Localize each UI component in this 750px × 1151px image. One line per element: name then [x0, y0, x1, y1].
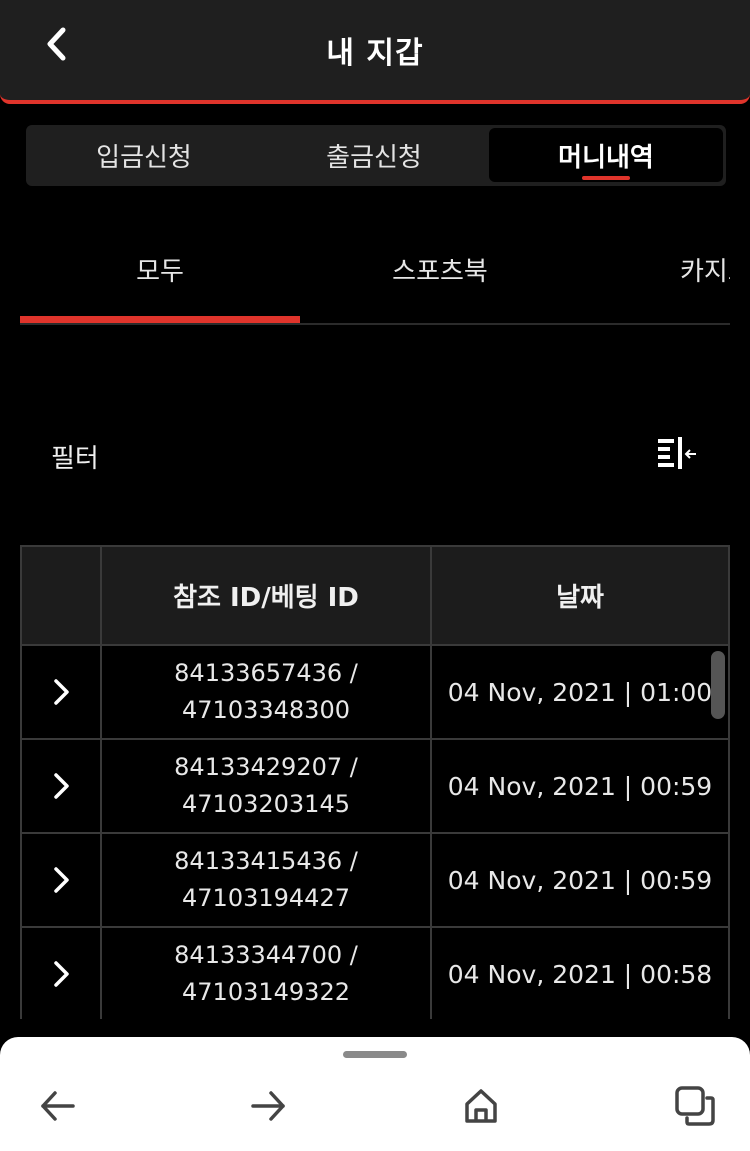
table-row[interactable]: 84133657436 / 47103348300 04 Nov, 2021 |… — [22, 646, 730, 740]
subtab-sportsbook[interactable]: 스포츠북 — [300, 222, 580, 316]
active-subtab-indicator — [20, 316, 300, 323]
reference-id: 84133429207 / — [174, 753, 358, 781]
arrow-left-icon — [41, 1091, 75, 1121]
browser-back-button[interactable] — [32, 1081, 82, 1131]
subtab-label: 카지노 — [680, 256, 730, 287]
ref-bet-id-cell: 84133344700 / 47103149322 — [102, 928, 432, 1019]
chevron-right-icon — [54, 961, 69, 987]
tab-label: 머니내역 — [558, 142, 654, 173]
column-header-expand — [22, 547, 102, 644]
table-row[interactable]: 84133344700 / 47103149322 04 Nov, 2021 |… — [22, 928, 730, 1019]
page-title: 내 지갑 — [326, 36, 424, 71]
browser-toolbar — [0, 1037, 750, 1151]
expand-row-button[interactable] — [22, 834, 102, 926]
tab-withdraw[interactable]: 출금신청 — [259, 128, 489, 182]
tab-deposit[interactable]: 입금신청 — [29, 128, 259, 182]
chevron-right-icon — [54, 773, 69, 799]
ref-bet-id-cell: 84133657436 / 47103348300 — [102, 646, 432, 738]
transaction-table: 참조 ID/베팅 ID 날짜 84133657436 / 47103348300… — [20, 545, 730, 1019]
table-row[interactable]: 84133415436 / 47103194427 04 Nov, 2021 |… — [22, 834, 730, 928]
tab-label: 입금신청 — [96, 142, 192, 173]
filter-label: 필터 — [51, 444, 99, 474]
reference-id: 84133344700 / — [174, 941, 358, 969]
browser-tabs-button[interactable] — [670, 1081, 720, 1131]
table-row[interactable]: 84133429207 / 47103203145 04 Nov, 2021 |… — [22, 740, 730, 834]
column-header-ref-id: 참조 ID/베팅 ID — [102, 547, 432, 644]
date-cell: 04 Nov, 2021 | 00:59 — [432, 740, 730, 832]
date-cell: 04 Nov, 2021 | 00:59 — [432, 834, 730, 926]
chevron-right-icon — [54, 867, 69, 893]
subtab-label: 스포츠북 — [392, 256, 488, 287]
arrow-right-icon — [251, 1091, 285, 1121]
subtab-label: 모두 — [136, 256, 184, 287]
browser-home-button[interactable] — [456, 1081, 506, 1131]
filter-button[interactable] — [652, 432, 702, 478]
date-cell: 04 Nov, 2021 | 00:58 — [432, 928, 730, 1019]
bet-id: 47103194427 — [182, 884, 350, 912]
reference-id: 84133657436 / — [174, 659, 358, 687]
subtab-all[interactable]: 모두 — [20, 222, 300, 316]
category-tabs: 모두 스포츠북 카지노 — [20, 222, 730, 325]
ref-bet-id-cell: 84133429207 / 47103203145 — [102, 740, 432, 832]
bet-id: 47103149322 — [182, 978, 350, 1006]
reference-id: 84133415436 / — [174, 847, 358, 875]
expand-row-button[interactable] — [22, 928, 102, 1019]
subtab-casino[interactable]: 카지노 — [680, 222, 730, 316]
bet-id: 47103203145 — [182, 790, 350, 818]
expand-row-button[interactable] — [22, 740, 102, 832]
column-header-date: 날짜 — [432, 547, 730, 644]
chevron-right-icon — [54, 679, 69, 705]
date-cell: 04 Nov, 2021 | 01:00 — [432, 646, 730, 738]
active-tab-indicator — [582, 176, 630, 180]
expand-row-button[interactable] — [22, 646, 102, 738]
tab-label: 출금신청 — [326, 142, 422, 173]
drag-handle[interactable] — [343, 1051, 407, 1058]
browser-forward-button[interactable] — [244, 1081, 294, 1131]
home-icon — [465, 1089, 497, 1123]
table-scrollbar[interactable] — [711, 651, 725, 719]
ref-bet-id-cell: 84133415436 / 47103194427 — [102, 834, 432, 926]
tabs-icon — [675, 1086, 715, 1126]
wallet-tabs: 입금신청 출금신청 머니내역 — [26, 125, 726, 186]
bet-id: 47103348300 — [182, 696, 350, 724]
app-header: 내 지갑 — [0, 0, 750, 104]
filter-collapse-icon — [658, 437, 696, 469]
table-header-row: 참조 ID/베팅 ID 날짜 — [22, 545, 730, 646]
tab-money-history[interactable]: 머니내역 — [489, 128, 723, 182]
